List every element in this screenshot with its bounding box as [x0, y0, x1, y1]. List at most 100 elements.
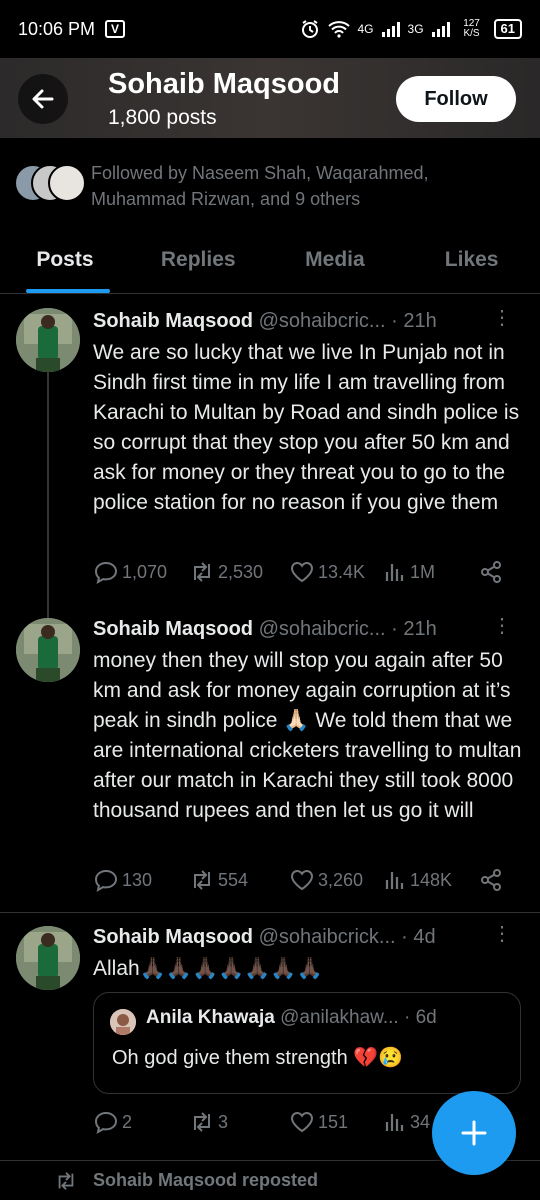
repost-icon [194, 562, 210, 582]
reply-icon [94, 1111, 118, 1134]
views-icon [385, 564, 404, 581]
views-icon [385, 872, 404, 889]
signal-icon [431, 21, 450, 37]
share-button[interactable] [479, 868, 503, 892]
posts-count: 1,800 posts [108, 106, 217, 129]
quote-author-name: Anila Khawaja [146, 1007, 275, 1028]
more-options-icon[interactable]: ⋮ [492, 308, 512, 328]
repost-icon [194, 1112, 210, 1132]
views-button[interactable]: 1M [383, 560, 435, 584]
tab-posts[interactable]: Posts [0, 232, 130, 293]
like-button[interactable]: 13.4K [289, 560, 365, 584]
repost-button[interactable]: 2,530 [189, 560, 263, 584]
reply-button[interactable]: 130 [93, 868, 152, 892]
post-time: · 4d [401, 926, 436, 948]
reply-count: 1,070 [122, 561, 168, 582]
reply-count: 2 [122, 1111, 133, 1132]
quote-author-handle: @anilakhaw... [280, 1007, 399, 1028]
avatar [110, 1009, 136, 1035]
compose-button[interactable] [432, 1091, 516, 1175]
heart-icon [290, 1111, 314, 1133]
more-options-icon[interactable]: ⋮ [492, 616, 512, 636]
post-time: · 21h [391, 310, 437, 332]
repost-button[interactable]: 554 [189, 868, 248, 892]
post[interactable]: Sohaib Maqsood @sohaibcric... · 21h ⋮ We… [0, 300, 540, 606]
author-handle: @sohaibcric... [258, 310, 386, 332]
views-icon [385, 1114, 404, 1131]
heart-icon [290, 869, 314, 891]
views-button[interactable]: 34 [383, 1110, 430, 1134]
battery-icon: 61 [493, 19, 522, 39]
post-time: · 21h [391, 618, 437, 640]
post[interactable]: Sohaib Maqsood @sohaibcric... · 21h ⋮ mo… [0, 610, 540, 910]
tab-replies[interactable]: Replies [130, 232, 267, 293]
post-actions: 1,070 2,530 13.4K 1M [93, 560, 513, 590]
share-button[interactable] [479, 560, 503, 584]
repost-count: 554 [218, 869, 249, 890]
alarm-icon [301, 20, 318, 38]
post-actions: 130 554 3,260 148K [93, 868, 513, 898]
tab-likes[interactable]: Likes [403, 232, 540, 293]
tab-label: Posts [36, 248, 94, 271]
reply-icon [94, 869, 118, 892]
author-name: Sohaib Maqsood [93, 926, 253, 948]
app-notification-icon: V [105, 20, 126, 38]
avatar[interactable] [16, 308, 80, 372]
post-header: Sohaib Maqsood @sohaibcrick... · 4d [93, 926, 436, 949]
plus-icon [461, 1120, 487, 1146]
like-button[interactable]: 3,260 [289, 868, 363, 892]
like-count: 151 [318, 1111, 349, 1132]
heart-icon [290, 561, 314, 583]
signal-icon [381, 21, 400, 37]
back-button[interactable] [18, 74, 68, 124]
post-text: money then they will stop you again afte… [93, 649, 522, 822]
author-name: Sohaib Maqsood [93, 618, 253, 640]
view-count: 34 [410, 1111, 431, 1132]
avatar[interactable] [16, 618, 80, 682]
reply-button[interactable]: 2 [93, 1110, 132, 1134]
views-button[interactable]: 148K [383, 868, 452, 892]
follow-button[interactable]: Follow [396, 76, 516, 122]
avatar[interactable] [16, 926, 80, 990]
active-tab-indicator [26, 289, 110, 293]
author-name: Sohaib Maqsood [93, 310, 253, 332]
tab-label: Replies [160, 248, 236, 271]
wifi-icon [327, 21, 350, 38]
network-4g-label: 4G [357, 22, 374, 36]
quote-text: Oh god give them strength 💔😢 [112, 1047, 404, 1069]
like-button[interactable]: 151 [289, 1110, 348, 1134]
net-speed: 127 K/S [463, 18, 480, 39]
like-count: 13.4K [318, 561, 366, 582]
quoted-post[interactable]: Anila Khawaja @anilakhaw... · 6d Oh god … [93, 992, 521, 1094]
follower-avatars [14, 164, 86, 204]
author-handle: @sohaibcric... [258, 618, 386, 640]
status-time: 10:06 PM [18, 18, 96, 39]
status-icons: 4G 3G 127 K/S 61 [300, 18, 522, 39]
repost-count: 2,530 [218, 561, 264, 582]
reply-icon [94, 561, 118, 584]
profile-header: Sohaib Maqsood 1,800 posts Follow [0, 58, 540, 138]
post-text: Allah🙏🏿🙏🏿🙏🏿🙏🏿🙏🏿🙏🏿🙏🏿 [93, 957, 323, 980]
repost-icon [194, 870, 210, 890]
post-header: Sohaib Maqsood @sohaibcric... · 21h [93, 618, 437, 641]
repost-count: 3 [218, 1111, 229, 1132]
quote-time: · 6d [403, 1007, 437, 1028]
more-options-icon[interactable]: ⋮ [492, 924, 512, 944]
reply-button[interactable]: 1,070 [93, 560, 167, 584]
profile-name: Sohaib Maqsood [108, 68, 340, 100]
status-bar: 10:06 PM V 4G 3G 127 K/S 61 [0, 0, 540, 58]
arrow-left-icon [32, 89, 54, 109]
quote-header: Anila Khawaja @anilakhaw... · 6d [146, 1007, 437, 1029]
post-header: Sohaib Maqsood @sohaibcric... · 21h [93, 310, 437, 333]
view-count: 148K [410, 869, 453, 890]
repost-button[interactable]: 3 [189, 1110, 228, 1134]
followed-by-text: Followed by Naseem Shah, Waqarahmed, Muh… [91, 163, 429, 209]
view-count: 1M [410, 561, 436, 582]
like-count: 3,260 [318, 869, 364, 890]
followed-by[interactable]: Followed by Naseem Shah, Waqarahmed, Muh… [14, 158, 526, 214]
divider [0, 912, 540, 913]
profile-tabs: Posts Replies Media Likes [0, 232, 540, 294]
tab-media[interactable]: Media [267, 232, 404, 293]
author-handle: @sohaibcrick... [258, 926, 396, 948]
repost-icon [58, 1172, 74, 1190]
